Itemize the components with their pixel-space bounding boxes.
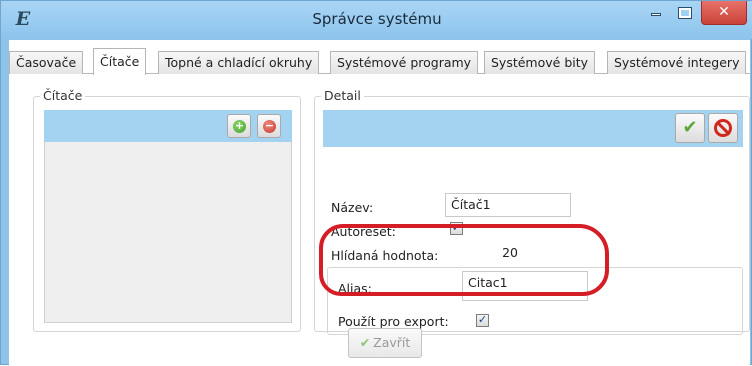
tab-systemove-programy[interactable]: Systémové programy xyxy=(330,51,479,74)
alias-input[interactable]: Citac1 xyxy=(462,271,588,301)
confirm-button[interactable]: ✔ xyxy=(675,113,705,143)
checkmark-icon: ✔ xyxy=(359,335,371,350)
tab-casovace[interactable]: Časovače xyxy=(9,51,84,74)
detail-group-legend: Detail xyxy=(321,88,364,103)
counters-group-legend: Čítače xyxy=(40,88,86,103)
maximize-icon xyxy=(678,7,692,19)
alias-label: Alias: xyxy=(338,281,372,296)
tab-systemove-bity[interactable]: Systémové bity xyxy=(484,51,596,74)
name-label: Název: xyxy=(331,200,374,215)
close-button[interactable]: ✔ Zavřít xyxy=(348,328,422,358)
add-counter-button[interactable]: + xyxy=(227,114,251,138)
detail-group: Detail ✔ Název: Čítač1 Autoreset: ✓ Hlíd… xyxy=(314,88,750,335)
minimize-button[interactable] xyxy=(642,1,670,25)
checkmark-icon: ✔ xyxy=(682,117,698,138)
counters-list[interactable] xyxy=(44,142,292,323)
window-title: Správce systému xyxy=(312,10,442,28)
close-button-label: Zavřít xyxy=(373,335,411,350)
minimize-icon xyxy=(651,13,661,16)
cancel-button[interactable] xyxy=(708,113,738,143)
export-label: Použít pro export: xyxy=(338,314,449,329)
prohibited-icon xyxy=(714,119,732,137)
main-window: E Správce systému ✕ Časovače Čítače Topn… xyxy=(0,0,752,366)
tab-topne-a-chladici-okruhy[interactable]: Topné a chladící okruhy xyxy=(158,51,320,74)
minus-icon: − xyxy=(263,119,276,133)
autoreset-checkbox[interactable]: ✓ xyxy=(450,222,463,235)
close-window-button[interactable]: ✕ xyxy=(701,1,747,25)
name-input[interactable]: Čítač1 xyxy=(445,193,571,217)
counters-list-toolbar: + − xyxy=(44,110,292,142)
counters-group: Čítače + − xyxy=(33,88,301,332)
tab-strip: Časovače Čítače Topné a chladící okruhy … xyxy=(9,48,750,75)
remove-counter-button[interactable]: − xyxy=(257,114,281,138)
watched-value-label: Hlídaná hodnota: xyxy=(331,248,439,263)
maximize-button[interactable] xyxy=(671,1,699,25)
detail-toolbar: ✔ xyxy=(323,110,743,147)
title-bar[interactable]: E Správce systému ✕ xyxy=(1,1,752,39)
close-icon: ✕ xyxy=(718,4,730,20)
export-checkbox[interactable]: ✓ xyxy=(476,314,489,327)
autoreset-label: Autoreset: xyxy=(331,224,396,239)
tab-citace[interactable]: Čítače xyxy=(93,48,147,75)
plus-icon: + xyxy=(233,119,246,133)
client-area: Časovače Čítače Topné a chladící okruhy … xyxy=(9,40,750,366)
export-subgroup: Alias: Citac1 Použít pro export: ✓ xyxy=(327,267,743,335)
tab-systemove-integery[interactable]: Systémové integery xyxy=(607,51,747,74)
watched-value-input[interactable]: 20 xyxy=(453,242,523,266)
